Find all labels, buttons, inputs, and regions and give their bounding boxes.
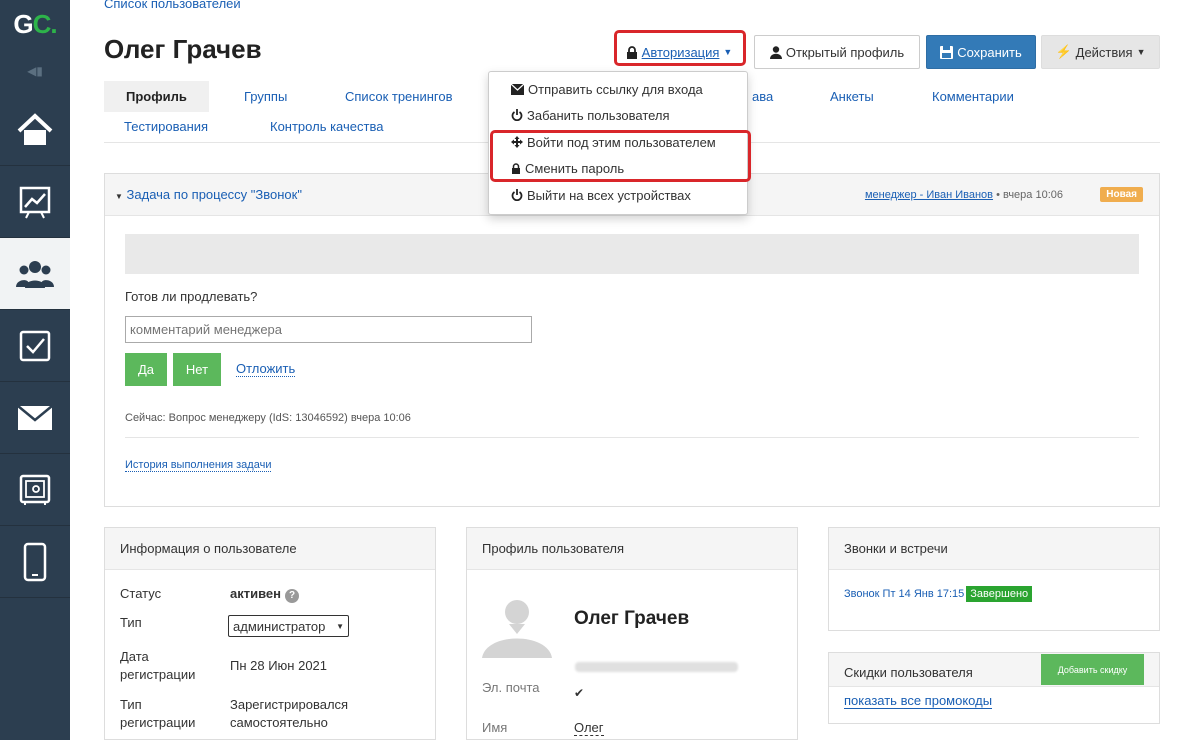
open-profile-label: Открытый профиль <box>785 44 905 60</box>
task-current-step: Сейчас: Вопрос менеджеру (IdS: 13046592)… <box>125 412 411 424</box>
email-label: Эл. почта <box>482 680 540 695</box>
chevron-down-icon: ▼ <box>336 621 344 631</box>
power-icon <box>511 109 523 121</box>
tab-comments[interactable]: Комментарии <box>932 89 1014 104</box>
task-history-link[interactable]: История выполнения задачи <box>125 459 272 472</box>
task-time: • вчера 10:06 <box>993 189 1063 201</box>
verified-check-icon: ✔ <box>574 686 585 700</box>
first-name-label: Имя <box>482 720 508 735</box>
reg-date-label: Дата регистрации <box>120 649 196 682</box>
caret-down-icon: ▼ <box>115 192 123 201</box>
save-button[interactable]: Сохранить <box>926 35 1036 69</box>
yes-button[interactable]: Да <box>125 353 167 386</box>
tab-groups[interactable]: Группы <box>244 89 287 104</box>
task-gray-bar <box>125 234 1139 274</box>
avatar <box>482 588 552 658</box>
sidebar-item-users[interactable] <box>0 238 70 310</box>
reg-type-label: Тип регистрации <box>120 697 196 730</box>
task-meta: менеджер - Иван Иванов • вчера 10:06 <box>865 189 1063 201</box>
task-divider <box>125 437 1139 438</box>
sidebar-item-home[interactable] <box>0 94 70 166</box>
user-type-select[interactable]: администратор ▼ <box>228 615 349 637</box>
breadcrumb-users-list[interactable]: Список пользователей <box>104 0 241 11</box>
highlight-auth-button <box>614 30 746 66</box>
user-icon <box>769 45 782 59</box>
tab-profile[interactable]: Профиль <box>104 81 209 112</box>
user-info-heading: Информация о пользователе <box>105 528 435 570</box>
call-item[interactable]: Звонок Пт 14 Янв 17:15 Завершено <box>844 586 1033 602</box>
power-icon <box>511 189 523 201</box>
task-question: Готов ли продлевать? <box>125 289 258 304</box>
sidebar-item-sales[interactable] <box>0 454 70 526</box>
logo-c: C. <box>32 8 58 39</box>
mail-icon <box>17 404 53 430</box>
user-info-panel: Информация о пользователе Статус активен… <box>104 527 436 740</box>
actions-label: Действия <box>1075 44 1133 60</box>
status-value-wrap: активен? <box>230 586 299 603</box>
user-profile-panel: Профиль пользователя Олег Грачев Эл. поч… <box>466 527 798 740</box>
discounts-panel: Скидки пользователя Добавить скидку пока… <box>828 652 1160 724</box>
floppy-icon <box>940 45 954 59</box>
help-icon[interactable]: ? <box>285 589 299 603</box>
tab-rights[interactable]: ава <box>752 89 773 104</box>
status-label: Статус <box>120 586 162 601</box>
calls-heading: Звонки и встречи <box>829 528 1159 570</box>
chart-icon <box>19 186 51 218</box>
users-icon <box>16 260 54 288</box>
app: G C. ◀▮ Список пользователей Олег Грачев … <box>0 0 1192 740</box>
status-value: активен <box>230 586 281 601</box>
sidebar-item-mobile[interactable] <box>0 526 70 598</box>
tab-trainings[interactable]: Список тренингов <box>345 89 453 104</box>
tab-quality[interactable]: Контроль качества <box>270 119 383 134</box>
manager-link[interactable]: менеджер - Иван Иванов <box>865 189 993 201</box>
manager-comment-input[interactable] <box>125 316 532 343</box>
postpone-link[interactable]: Отложить <box>236 361 296 377</box>
sidebar-item-messages[interactable] <box>0 382 70 454</box>
menu-item-logout-all-label: Выйти на всех устройствах <box>527 188 691 203</box>
menu-item-ban-label: Забанить пользователя <box>527 108 670 123</box>
sidebar-item-stats[interactable] <box>0 166 70 238</box>
show-promos-link[interactable]: показать все промокоды <box>844 693 993 709</box>
status-badge: Новая <box>1100 187 1143 202</box>
no-button[interactable]: Нет <box>173 353 221 386</box>
call-item-text: Звонок Пт 14 Янв 17:15 <box>844 588 965 600</box>
first-name-value[interactable]: Олег <box>574 720 604 736</box>
logo[interactable]: G C. <box>0 0 70 48</box>
menu-item-ban[interactable]: Забанить пользователя <box>511 108 670 123</box>
sidebar-toggle-icon[interactable]: ◀▮ <box>0 64 70 88</box>
add-discount-button[interactable]: Добавить скидку <box>1041 654 1144 685</box>
task-panel: ▼ Задача по процессу "Звонок" менеджер -… <box>104 173 1160 507</box>
open-profile-button[interactable]: Открытый профиль <box>754 35 920 69</box>
logo-g: G <box>13 8 33 39</box>
user-type-value: администратор <box>233 618 326 634</box>
sidebar: G C. ◀▮ <box>0 0 70 740</box>
task-title-text: Задача по процессу "Звонок" <box>126 187 302 202</box>
menu-item-send-link-label: Отправить ссылку для входа <box>528 82 703 97</box>
actions-button[interactable]: ⚡ Действия ▼ <box>1041 35 1160 69</box>
sidebar-item-tasks[interactable] <box>0 310 70 382</box>
user-profile-heading: Профиль пользователя <box>467 528 797 570</box>
home-icon <box>17 112 53 145</box>
menu-item-send-link[interactable]: Отправить ссылку для входа <box>511 82 703 97</box>
profile-name: Олег Грачев <box>574 608 690 629</box>
envelope-icon <box>511 84 524 95</box>
tab-testing[interactable]: Тестирования <box>124 119 208 134</box>
mobile-icon <box>23 542 47 581</box>
page-title: Олег Грачев <box>104 34 262 64</box>
menu-item-logout-all[interactable]: Выйти на всех устройствах <box>511 188 691 203</box>
checkbox-icon <box>19 330 51 361</box>
safe-icon <box>19 474 51 505</box>
reg-date-value: Пн 28 Июн 2021 <box>230 658 328 673</box>
reg-type-value: Зарегистрировался самостоятельно <box>230 697 349 730</box>
task-title[interactable]: ▼ Задача по процессу "Звонок" <box>115 187 302 202</box>
tab-surveys[interactable]: Анкеты <box>830 89 874 104</box>
caret-down-icon: ▼ <box>1136 47 1146 57</box>
highlight-login-password-items <box>490 130 751 182</box>
save-label: Сохранить <box>957 44 1022 60</box>
status-badge: Завершено <box>966 586 1033 602</box>
calls-panel: Звонки и встречи Звонок Пт 14 Янв 17:15 З… <box>828 527 1160 631</box>
email-value-blurred <box>575 662 738 672</box>
type-label: Тип <box>120 615 142 630</box>
bolt-icon: ⚡ <box>1055 44 1072 59</box>
